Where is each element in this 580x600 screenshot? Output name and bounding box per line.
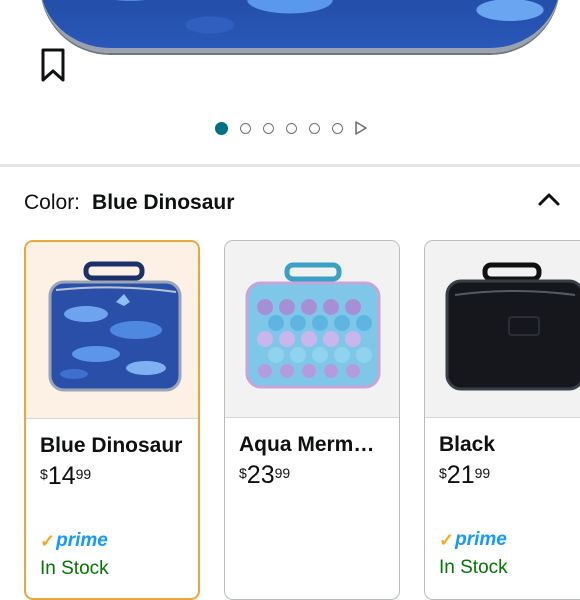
swatch-card-blue-dinosaur[interactable]: Blue Dinosaur $14 99 ✓ prime In Stock (24, 240, 200, 600)
pagination-dot-5[interactable] (308, 122, 320, 134)
bookmark-icon[interactable] (38, 47, 68, 83)
pagination-dot-2[interactable] (239, 122, 251, 134)
product-image-gallery[interactable] (0, 0, 580, 165)
selected-color: Blue Dinosaur (92, 191, 235, 214)
color-selector: Color: Blue Dinosaur (24, 188, 564, 218)
pagination-dot-4[interactable] (285, 122, 297, 134)
swatch-name: Blue Dinosaur (40, 434, 183, 457)
swatch-name: Aqua Merm… (239, 433, 375, 456)
color-label: Color: (24, 191, 81, 214)
swatch-card-aqua-mermaid[interactable]: Aqua Merm… $23 99 (224, 240, 400, 600)
play-icon[interactable] (354, 121, 367, 135)
swatch-price: $23 99 (239, 461, 291, 489)
pagination-dot-6[interactable] (331, 122, 343, 134)
prime-badge: ✓ prime (40, 530, 108, 551)
swatch-image (26, 242, 198, 419)
color-swatch-list: Blue Dinosaur $14 99 ✓ prime In Stock Aq… (24, 240, 580, 600)
prime-check-icon: ✓ (439, 529, 455, 550)
availability-status: In Stock (40, 558, 109, 579)
section-divider (0, 164, 580, 167)
chevron-up-icon[interactable] (536, 189, 562, 211)
product-image-lunch-bag (40, 0, 560, 53)
availability-status: In Stock (439, 557, 508, 578)
swatch-name: Black (439, 433, 496, 456)
pagination-dot-3[interactable] (262, 122, 274, 134)
swatch-image (425, 241, 580, 418)
swatch-price: $14 99 (40, 462, 92, 490)
swatch-image (225, 241, 399, 418)
image-pagination (0, 118, 580, 138)
prime-badge: ✓ prime (439, 529, 507, 550)
pagination-dot-1[interactable] (214, 121, 228, 135)
swatch-price: $21 99 (439, 461, 491, 489)
swatch-card-black[interactable]: Black $21 99 ✓ prime In Stock (424, 240, 580, 600)
prime-check-icon: ✓ (40, 530, 56, 551)
